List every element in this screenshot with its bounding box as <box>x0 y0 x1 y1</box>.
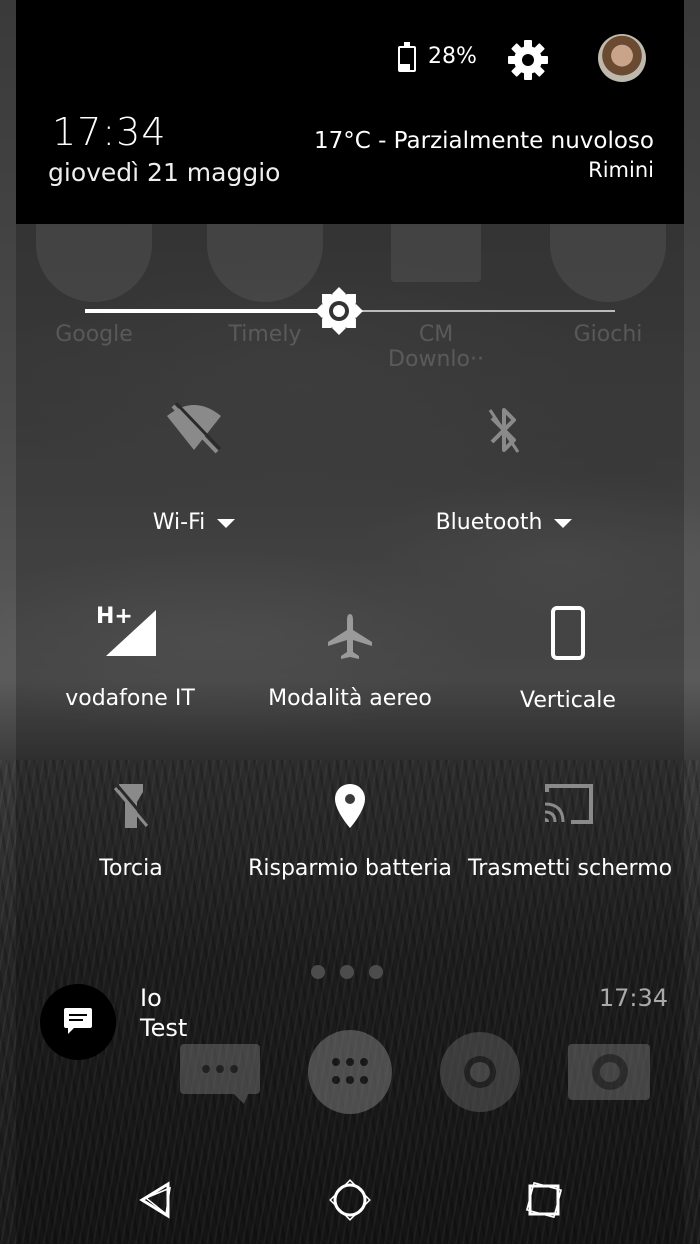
tile-wifi-text: Wi-Fi <box>152 510 206 535</box>
settings-gear-icon[interactable] <box>506 38 550 82</box>
flashlight-off-icon <box>113 784 151 828</box>
weather-summary[interactable]: 17°C - Parzialmente nuvoloso <box>314 128 654 154</box>
message-icon <box>64 1008 92 1034</box>
tile-airplane-label: Modalità aereo <box>268 686 432 711</box>
notification-text[interactable]: Test <box>140 1014 187 1042</box>
brightness-thumb-icon[interactable] <box>314 286 364 336</box>
page-dot <box>369 965 383 979</box>
tile-mobile-data[interactable]: H+ vodafone IT <box>40 604 220 711</box>
app-drawer-icon <box>308 1030 392 1114</box>
notification-time: 17:34 <box>598 984 668 1012</box>
page-dot <box>311 965 325 979</box>
tile-torch[interactable]: Torcia <box>56 782 206 881</box>
back-icon[interactable] <box>128 1172 184 1228</box>
notification-app-icon[interactable] <box>40 984 116 1060</box>
user-avatar[interactable] <box>598 34 646 82</box>
tile-rotation-label: Verticale <box>520 688 616 713</box>
cast-icon <box>544 784 593 824</box>
airplane-icon <box>328 614 372 659</box>
tile-location-label: Risparmio batteria <box>248 856 452 881</box>
weather-city[interactable]: Rimini <box>588 158 654 182</box>
battery-icon <box>398 42 416 72</box>
cell-signal-icon: H+ <box>96 604 160 660</box>
home-icon[interactable] <box>322 1172 378 1228</box>
chevron-down-icon[interactable] <box>554 518 573 528</box>
network-type-label: H+ <box>96 604 133 629</box>
battery-percent: 28% <box>428 44 477 69</box>
wifi-off-icon <box>167 401 222 454</box>
portrait-icon <box>551 606 585 660</box>
brightness-fill <box>85 309 340 313</box>
tile-mobile-label: vodafone IT <box>65 686 195 711</box>
camera-icon <box>568 1044 650 1100</box>
recents-icon[interactable] <box>516 1172 572 1228</box>
tile-bluetooth[interactable]: Bluetooth <box>404 404 604 535</box>
quick-settings-header: 28% 17:34 giovedì 21 maggio 17°C - Parzi… <box>16 0 684 224</box>
tile-battery-saver-location[interactable]: Risparmio batteria <box>240 782 460 881</box>
tile-cast-screen[interactable]: Trasmetti schermo <box>468 782 673 881</box>
bluetooth-off-icon <box>488 408 520 453</box>
tile-wifi[interactable]: Wi-Fi <box>94 400 294 535</box>
notification-title[interactable]: Io <box>140 984 162 1012</box>
tile-wifi-label: Wi-Fi <box>94 510 294 535</box>
chrome-icon <box>440 1032 520 1112</box>
home-page-indicator <box>311 964 398 983</box>
tile-bluetooth-label: Bluetooth <box>404 510 604 535</box>
page-dot <box>340 965 354 979</box>
location-icon <box>335 784 365 828</box>
chevron-down-icon[interactable] <box>217 518 236 528</box>
messaging-app-icon <box>180 1044 260 1104</box>
tile-bluetooth-text: Bluetooth <box>435 510 543 535</box>
tile-airplane-mode[interactable]: Modalità aereo <box>250 612 450 711</box>
tile-cast-label: Trasmetti schermo <box>468 856 673 881</box>
clock-date[interactable]: giovedì 21 maggio <box>48 158 280 187</box>
brightness-slider[interactable] <box>85 287 615 335</box>
tile-rotation[interactable]: Verticale <box>488 606 648 713</box>
navigation-bar <box>0 1172 700 1228</box>
clock-time[interactable]: 17:34 <box>52 110 167 154</box>
tile-torch-label: Torcia <box>99 856 163 881</box>
